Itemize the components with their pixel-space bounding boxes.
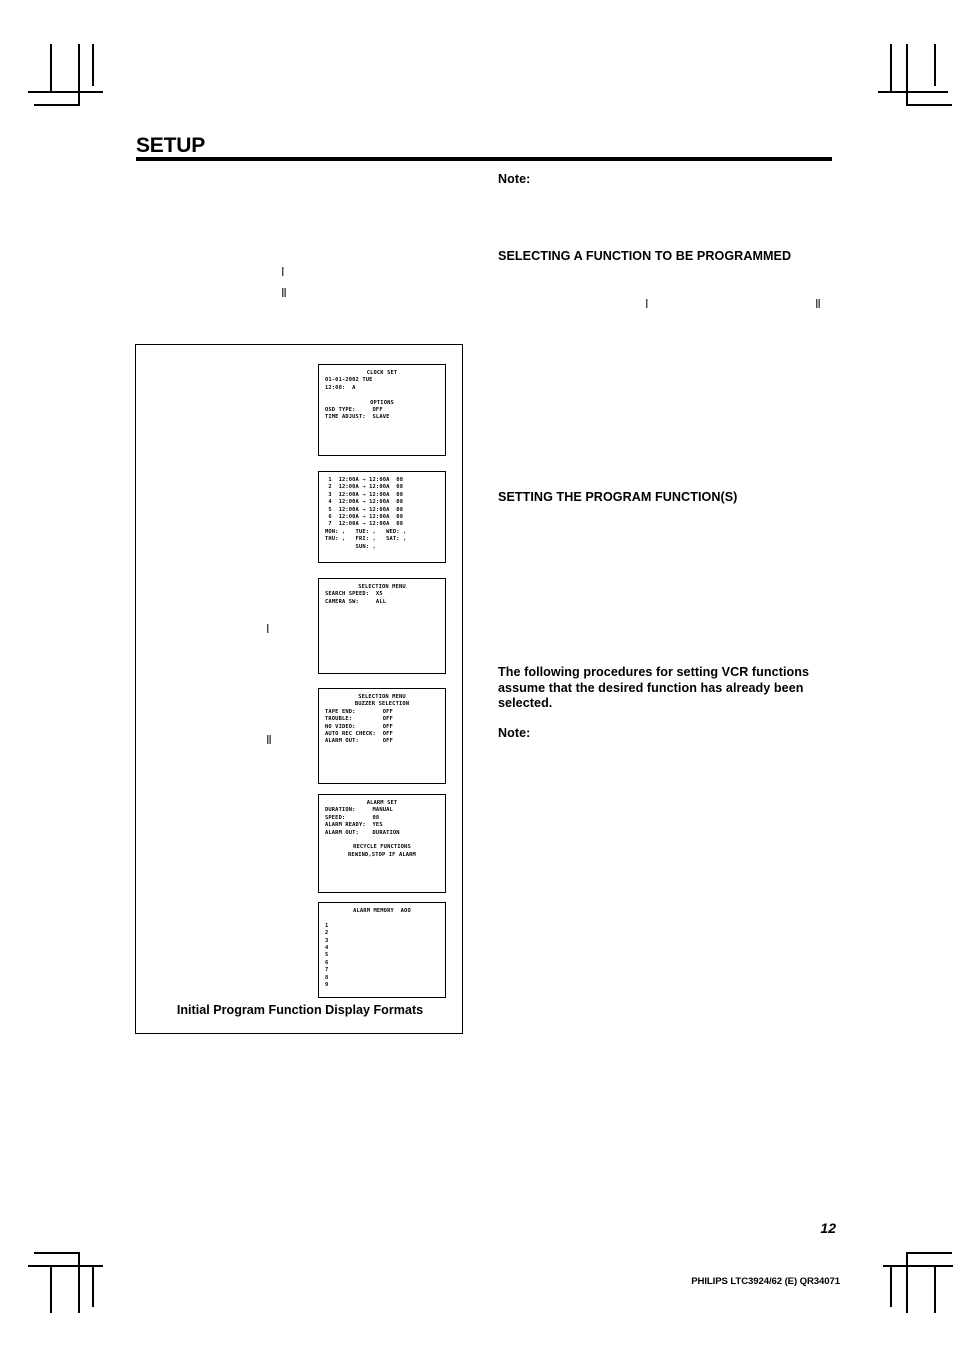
osd-line: 2 12:00A → 12:00A 08 — [325, 484, 404, 491]
osd-line: 3 12:00A → 12:00A 08 — [325, 491, 404, 498]
osd-line: ALARM OUT: OFF — [325, 738, 393, 745]
osd-line — [319, 915, 445, 922]
procedure-paragraph: The following procedures for setting VCR… — [498, 665, 810, 711]
roman-marker-right-two: Ⅱ — [815, 297, 821, 311]
osd-line: TROUBLE: OFF — [325, 716, 393, 723]
osd-line: 2 — [325, 930, 329, 937]
osd-line: SEARCH SPEED: X5 — [325, 591, 383, 598]
title-divider — [136, 157, 832, 161]
osd-line: MON: , TUE: , WED: , — [325, 528, 407, 535]
osd-screen-timer-program: 1 12:00A → 12:00A 08 2 12:00A → 12:00A 0… — [318, 471, 446, 563]
figure-roman-marker-two: Ⅱ — [266, 733, 272, 747]
osd-line: 4 — [325, 945, 329, 952]
figure-roman-marker-one: Ⅰ — [266, 622, 270, 636]
osd-screen-clock-set: CLOCK SET 01-01-2002 TUE 12:00: A OPTIONS O… — [318, 364, 446, 456]
osd-line: SUN: , — [325, 543, 376, 550]
page-title: SETUP — [136, 134, 206, 157]
osd-line: OPTIONS — [370, 399, 394, 406]
osd-line: ALARM READY: YES — [325, 822, 383, 829]
osd-line: THU: , FRI: , SAT: , — [325, 536, 407, 543]
note-bottom-label: Note: — [498, 726, 531, 740]
osd-line: TIME ADJUST: SLAVE — [325, 414, 390, 421]
osd-line — [319, 837, 445, 844]
osd-line: 1 — [325, 922, 329, 929]
osd-line: BUZZER SELECTION — [354, 701, 410, 708]
osd-line: 1 12:00A → 12:00A 08 — [325, 477, 404, 483]
figure-caption: Initial Program Function Display Formats — [176, 1003, 424, 1017]
osd-line: 6 12:00A → 12:00A 08 — [325, 514, 404, 521]
crop-mark-bottom-left — [28, 1248, 110, 1318]
roman-marker-right-one: Ⅰ — [645, 297, 649, 311]
crop-mark-bottom-right — [878, 1248, 954, 1318]
osd-line: SPEED: 08 — [325, 814, 380, 821]
osd-line: 5 12:00A → 12:00A 08 — [325, 506, 404, 513]
osd-line: 7 12:00A → 12:00A 08 — [325, 521, 404, 528]
osd-line: CLOCK SET — [366, 370, 398, 376]
osd-line: SELECTION MENU — [358, 584, 406, 590]
figure-panel: Ⅰ Ⅱ CLOCK SET 01-01-2002 TUE 12:00: A OPTI… — [135, 344, 463, 1034]
page-number: 12 — [820, 1220, 836, 1236]
osd-line: 12:00: A — [325, 384, 356, 391]
osd-line: 4 12:00A → 12:00A 08 — [325, 499, 404, 506]
footer-imprint: PHILIPS LTC3924/62 (E) QR34071 — [691, 1276, 840, 1287]
osd-screen-alarm-memory: ALARM MEMORY AOO 123456789 — [318, 902, 446, 998]
osd-line: 5 — [325, 952, 329, 959]
osd-line: 01-01-2002 TUE — [325, 377, 373, 384]
osd-line: 7 — [325, 967, 329, 974]
osd-screen-selection-menu-search: SELECTION MENU SEARCH SPEED: X5 CAMERA SW:… — [318, 578, 446, 674]
note-top-label: Note: — [498, 172, 531, 186]
osd-line: AUTO REC CHECK: OFF — [325, 731, 393, 738]
crop-mark-top-right — [878, 44, 954, 114]
osd-line: 9 — [325, 982, 329, 989]
osd-line: ALARM OUT: DURATION — [325, 829, 400, 836]
osd-line: ALARM MEMORY AOO — [353, 908, 411, 914]
roman-marker-left-two: Ⅱ — [281, 286, 287, 300]
heading-setting-program: SETTING THE PROGRAM FUNCTION(S) — [498, 490, 738, 504]
osd-line — [319, 392, 445, 399]
osd-line: SELECTION MENU — [358, 694, 406, 700]
osd-screen-selection-menu-buzzer: SELECTION MENU BUZZER SELECTION TAPE END: … — [318, 688, 446, 784]
osd-line: 8 — [325, 974, 329, 981]
osd-line: TAPE END: OFF — [325, 708, 393, 715]
osd-screen-alarm-set: ALARM SET DURATION: MANUAL SPEED: 08 ALARM … — [318, 794, 446, 893]
osd-line: DURATION: MANUAL — [325, 807, 393, 814]
osd-line: OSD TYPE: OFF — [325, 407, 383, 414]
osd-line: 3 — [325, 937, 329, 944]
osd-line: CAMERA SW: ALL — [325, 598, 387, 605]
osd-line: NO VIDEO: OFF — [325, 723, 393, 730]
osd-line: 6 — [325, 959, 329, 966]
osd-line: ALARM SET — [366, 800, 398, 806]
osd-line: REWIND,STOP IF ALARM — [348, 851, 416, 858]
osd-line: RECYCLE FUNCTIONS — [353, 844, 411, 851]
heading-selecting-function: SELECTING A FUNCTION TO BE PROGRAMMED — [498, 249, 792, 263]
roman-marker-left-one: Ⅰ — [281, 265, 285, 279]
crop-mark-top-left — [28, 44, 110, 114]
